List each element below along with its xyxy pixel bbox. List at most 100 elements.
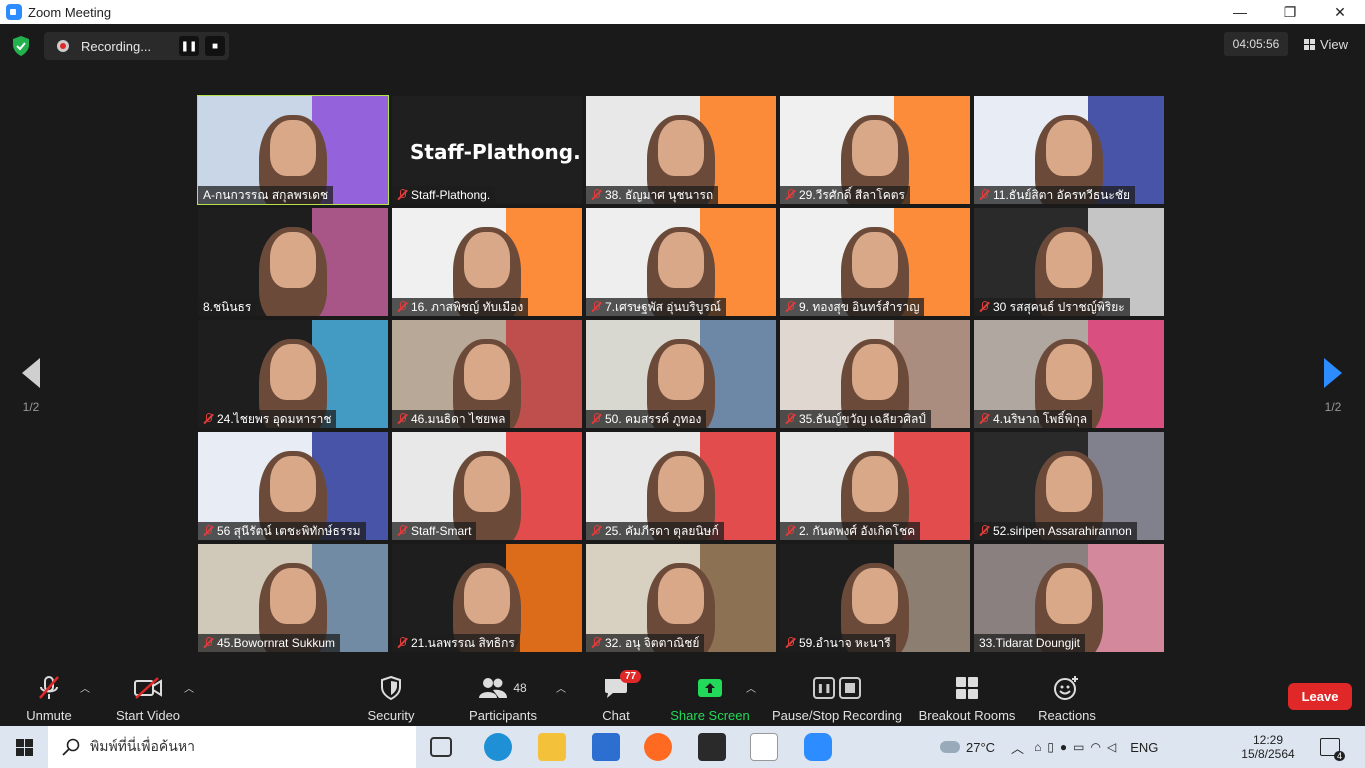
minimize-button[interactable]: — (1215, 0, 1265, 24)
reactions-button[interactable]: Reactions (1036, 664, 1098, 726)
muted-mic-icon (785, 525, 795, 537)
participant-video-tile[interactable]: A-กนกวรรณ สกุลพรเดช (197, 95, 389, 205)
participant-video-tile[interactable]: 16. ภาสพิชญ์ ทับเมือง (392, 208, 582, 316)
amazon-icon[interactable] (750, 733, 778, 761)
view-label: View (1320, 36, 1348, 52)
unmute-label: Unmute (26, 708, 72, 723)
edge-browser-icon[interactable] (484, 733, 512, 761)
participant-video-tile[interactable]: 30 รสสุคนธ์ ปราชญ์พิริยะ (974, 208, 1164, 316)
start-button[interactable] (0, 726, 48, 768)
task-view-icon[interactable] (430, 737, 452, 757)
participant-video-tile[interactable]: 50. คมสรรค์ ภูทอง (586, 320, 776, 428)
participant-video-tile[interactable]: 59.อำนาจ หะนารี (780, 544, 970, 652)
participant-face (270, 455, 316, 512)
next-page-button[interactable]: 1/2 (1318, 358, 1348, 414)
share-options-caret-icon[interactable]: ︿ (746, 680, 756, 695)
participant-name: 52.siripen Assarahirannon (993, 524, 1132, 538)
participant-name-tag: 46.มนธิดา ไชยพล (392, 410, 511, 428)
participant-name: A-กนกวรรณ สกุลพรเดช (203, 188, 329, 202)
dropbox-icon[interactable] (698, 733, 726, 761)
muted-mic-icon (397, 413, 407, 425)
participant-video-tile[interactable]: 29.วีรศักดิ์ สีลาโคตร (780, 96, 970, 204)
muted-mic-icon (979, 189, 989, 201)
show-hidden-icons-icon[interactable]: ︿ (1011, 738, 1024, 757)
breakout-rooms-icon (956, 677, 978, 699)
share-screen-button[interactable]: Share Screen (668, 664, 752, 726)
taskbar-search-box[interactable]: พิมพ์ที่นี่เพื่อค้นหา (48, 726, 416, 768)
muted-mic-icon (591, 189, 601, 201)
participant-video-tile[interactable]: 8.ชนินธร (198, 208, 388, 316)
battery-icon[interactable]: ▭ (1073, 740, 1084, 754)
participant-video-tile[interactable]: 56 สุนีรัตน์ เตชะพิทักษ์ธรรม (198, 432, 388, 540)
clock[interactable]: 12:29 15/8/2564 (1238, 726, 1298, 768)
record-dot-icon (57, 40, 69, 52)
participant-video-tile[interactable]: 9. ทองสุข อินทร์สำราญ (780, 208, 970, 316)
clock-date: 15/8/2564 (1241, 747, 1295, 761)
participants-options-caret-icon[interactable]: ︿ (556, 680, 566, 695)
participant-video-tile[interactable]: 21.นลพรรณ สิทธิกร (392, 544, 582, 652)
meeting-toolbar: Unmute ︿ Start Video ︿ Security 48 Parti… (0, 664, 1365, 726)
video-options-caret-icon[interactable]: ︿ (184, 680, 194, 695)
file-explorer-icon[interactable] (538, 733, 566, 761)
security-button[interactable]: Security (362, 664, 420, 726)
audio-options-caret-icon[interactable]: ︿ (80, 680, 90, 695)
participant-face (464, 231, 510, 288)
leave-meeting-button[interactable]: Leave (1288, 683, 1352, 710)
participant-video-tile[interactable]: 35.ธันญ์ขวัญ เฉลียวศิลป์ (780, 320, 970, 428)
restore-button[interactable]: ❐ (1265, 0, 1315, 24)
participant-video-tile[interactable]: 2. กันตพงศ์ อังเกิดโชค (780, 432, 970, 540)
participant-video-tile[interactable]: 45.Bowornrat Sukkum (198, 544, 388, 652)
breakout-rooms-button[interactable]: Breakout Rooms (916, 664, 1018, 726)
notification-center-button[interactable]: 4 (1320, 726, 1345, 768)
participant-video-tile[interactable]: 24.ไชยพร อุดมหาราช (198, 320, 388, 428)
previous-page-button[interactable]: 1/2 (16, 358, 46, 414)
breakout-rooms-label: Breakout Rooms (918, 708, 1016, 723)
participants-button[interactable]: 48 Participants (466, 664, 540, 726)
participant-video-tile[interactable]: 52.siripen Assarahirannon (974, 432, 1164, 540)
muted-mic-icon (591, 525, 601, 537)
wifi-icon[interactable]: ◠ (1091, 740, 1101, 754)
arrow-right-icon (1324, 358, 1342, 388)
participant-video-tile[interactable]: 38. ธัญมาศ นุชนารถ (586, 96, 776, 204)
input-language[interactable]: ENG (1130, 740, 1158, 755)
participant-name-tag: 2. กันตพงศ์ อังเกิดโชค (780, 522, 921, 540)
participant-name-tag: 56 สุนีรัตน์ เตชะพิทักษ์ธรรม (198, 522, 366, 540)
participant-video-tile[interactable]: Staff-Smart (392, 432, 582, 540)
title-bar: Zoom Meeting — ❐ ✕ (0, 0, 1365, 24)
network-icon[interactable]: ⌂ (1034, 740, 1041, 754)
encryption-shield-icon[interactable] (12, 36, 30, 56)
pause-stop-recording-button[interactable]: ❚❚ Pause/Stop Recording (770, 664, 904, 726)
muted-mic-icon (397, 189, 407, 201)
participant-name: 29.วีรศักดิ์ สีลาโคตร (799, 188, 906, 202)
participant-name-tag: Staff-Plathong. (392, 186, 496, 204)
firefox-icon[interactable] (644, 733, 672, 761)
start-video-button[interactable]: Start Video (112, 664, 184, 726)
muted-mic-icon (203, 525, 213, 537)
microphone-icon[interactable]: ● (1060, 740, 1067, 754)
volume-icon[interactable]: ◁ (1107, 740, 1116, 754)
close-button[interactable]: ✕ (1315, 0, 1365, 24)
participant-name: 59.อำนาจ หะนารี (799, 636, 891, 650)
participant-video-tile[interactable]: 33.Tidarat Doungjit (974, 544, 1164, 652)
view-button[interactable]: View (1296, 32, 1356, 56)
participant-video-tile[interactable]: 7.เศรษฐพัส อุ่นบริบูรณ์ (586, 208, 776, 316)
participant-name: 9. ทองสุข อินทร์สำราญ (799, 300, 920, 314)
stop-recording-button[interactable]: ■ (205, 36, 225, 56)
chat-unread-badge: 77 (620, 670, 642, 683)
pause-recording-button[interactable]: ❚❚ (179, 36, 199, 56)
participant-name-tag: Staff-Smart (392, 522, 477, 540)
muted-mic-icon (591, 413, 601, 425)
participant-video-tile[interactable]: 32. อนุ จิตตาณิชย์ (586, 544, 776, 652)
unmute-button[interactable]: Unmute (20, 664, 78, 726)
participant-video-tile[interactable]: Staff-Plathong. Staff-Plathong. (392, 96, 582, 204)
phone-icon[interactable]: ▯ (1047, 740, 1054, 754)
participant-video-tile[interactable]: 46.มนธิดา ไชยพล (392, 320, 582, 428)
participant-name: 7.เศรษฐพัส อุ่นบริบูรณ์ (605, 300, 721, 314)
zoom-taskbar-icon[interactable] (804, 733, 832, 761)
participant-video-tile[interactable]: 25. คัมภีรดา ตุลยนิษก์ (586, 432, 776, 540)
weather-temp[interactable]: 27°C (966, 740, 995, 755)
participant-video-tile[interactable]: 4.นริษาถ โพธิ์พิกุล (974, 320, 1164, 428)
mail-icon[interactable] (592, 733, 620, 761)
participant-video-tile[interactable]: 11.ธันย์สิตา อัครทวีธนะชัย (974, 96, 1164, 204)
security-shield-icon (381, 676, 401, 700)
